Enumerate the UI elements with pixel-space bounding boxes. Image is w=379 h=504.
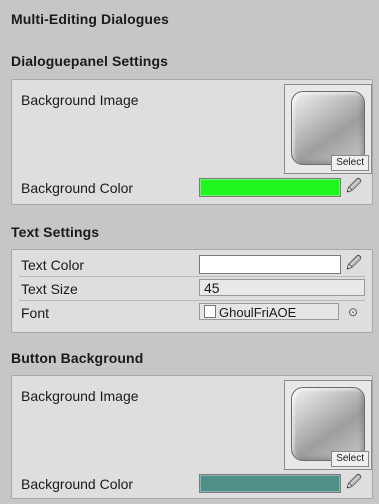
font-file-icon: [204, 305, 216, 318]
background-image-label: Background Image: [21, 92, 139, 108]
text-color-label: Text Color: [21, 257, 85, 273]
eyedropper-icon[interactable]: 🖉: [345, 474, 363, 492]
button-background-thumbnail: [291, 387, 365, 461]
dialoguepanel-settings-panel: Background Image Select Background Color…: [11, 79, 373, 205]
select-button[interactable]: Select: [331, 155, 369, 171]
font-label: Font: [21, 305, 50, 321]
button-background-header: Button Background: [11, 350, 144, 366]
background-image-label: Background Image: [21, 388, 139, 404]
eyedropper-icon[interactable]: 🖉: [345, 178, 363, 196]
text-size-input[interactable]: 45: [199, 279, 365, 296]
text-settings-header: Text Settings: [11, 224, 100, 240]
font-value: GhoulFriAOE: [219, 305, 297, 320]
text-size-label: Text Size: [21, 281, 78, 297]
text-settings-panel: Text Color 🖉 Text Size 45 Font GhoulFriA…: [11, 249, 373, 333]
button-background-panel: Background Image Select Background Color…: [11, 375, 373, 499]
eyedropper-icon[interactable]: 🖉: [345, 255, 363, 273]
background-color-label: Background Color: [21, 476, 134, 492]
button-background-image-field[interactable]: Select: [284, 380, 372, 470]
background-color-label: Background Color: [21, 180, 134, 196]
button-background-color-row: Background Color 🖉: [19, 472, 365, 495]
page-title: Multi-Editing Dialogues: [11, 11, 169, 27]
text-color-row: Text Color 🖉: [19, 253, 365, 277]
text-color-swatch[interactable]: [199, 255, 341, 274]
font-row: Font GhoulFriAOE ⊙: [19, 301, 365, 324]
dialoguepanel-settings-header: Dialoguepanel Settings: [11, 53, 168, 69]
background-image-thumbnail: [291, 91, 365, 165]
background-color-swatch[interactable]: [199, 178, 341, 197]
select-button[interactable]: Select: [331, 451, 369, 467]
button-background-color-swatch[interactable]: [199, 474, 341, 493]
background-image-field[interactable]: Select: [284, 84, 372, 174]
text-size-row: Text Size 45: [19, 277, 365, 301]
object-picker-icon[interactable]: ⊙: [345, 303, 361, 321]
background-color-row: Background Color 🖉: [19, 176, 365, 199]
font-object-field[interactable]: GhoulFriAOE: [199, 303, 339, 320]
